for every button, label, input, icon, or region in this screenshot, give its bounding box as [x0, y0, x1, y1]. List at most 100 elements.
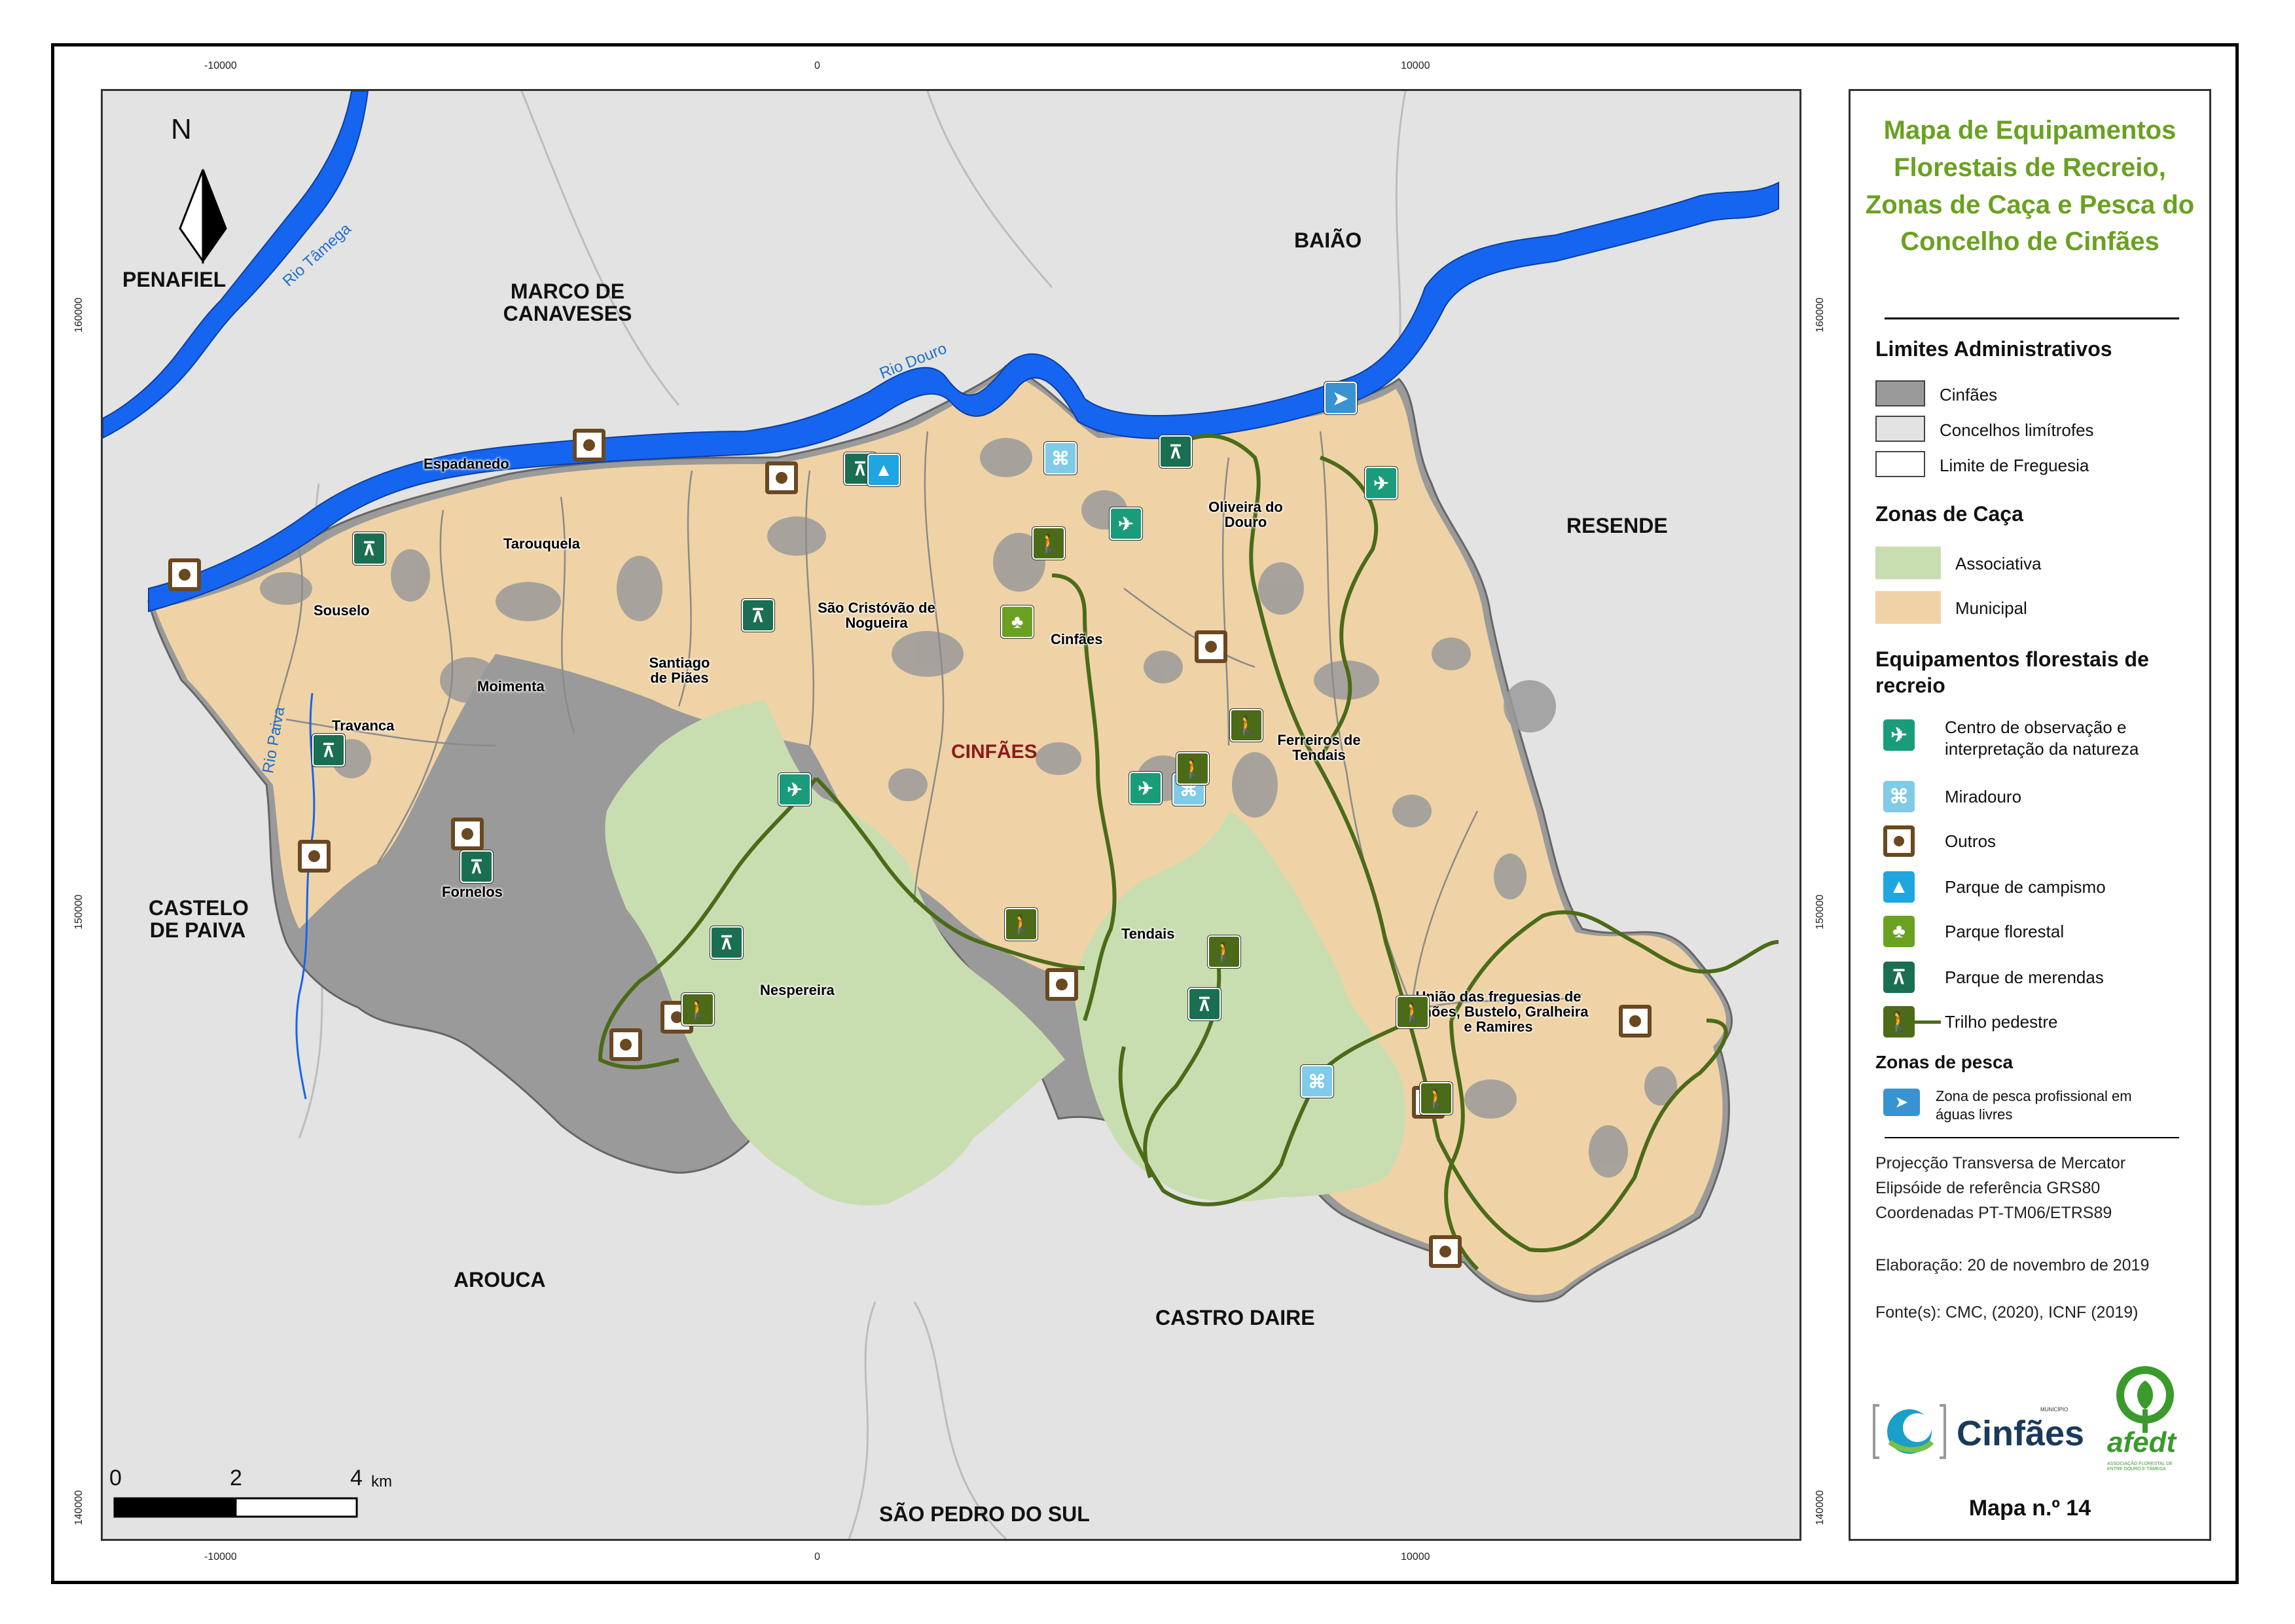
cinfaes-logo [1870, 1399, 1949, 1464]
legend-equip-heading: Equipamentos florestais de recreio [1875, 647, 2149, 697]
outros-icon[interactable] [1195, 630, 1227, 663]
outros-icon[interactable] [765, 461, 798, 494]
picnic-table-icon[interactable]: ⊼ [353, 532, 386, 565]
region-resende: RESENDE [1566, 514, 1668, 537]
hiker-icon[interactable]: 🚶 [1230, 709, 1263, 742]
swatch-limitrofes [1875, 416, 1925, 442]
legend-equip-trilho: Trilho pedestre [1945, 1012, 2058, 1032]
north-arrow-icon [179, 169, 227, 264]
x-tick-top-3: 10000 [1401, 60, 1430, 71]
x-tick-bottom-3: 10000 [1401, 1551, 1430, 1562]
parish-espadanedo: Espadanedo [424, 456, 509, 472]
scalebar [113, 1497, 358, 1518]
binoculars-icon[interactable]: ⌘ [1301, 1065, 1333, 1098]
outros-icon[interactable] [451, 818, 484, 850]
hiker-icon[interactable]: 🚶 [1176, 752, 1209, 785]
cinfaes-logo-text: Cinfães [1957, 1414, 2085, 1453]
legend-admin-limitrofes: Concelhos limítrofes [1940, 420, 2094, 440]
outros-icon[interactable] [609, 1028, 642, 1061]
bird-icon[interactable]: ✈ [1365, 467, 1398, 499]
legend-pesca-profissional: Zona de pesca profissional em águas livr… [1936, 1088, 2132, 1123]
legend-equip-miradouro: Miradouro [1945, 787, 2022, 806]
outros-icon[interactable] [1429, 1235, 1462, 1268]
legend-dot-square-icon [1883, 825, 1915, 857]
parish-tarouquela: Tarouquela [503, 535, 580, 552]
legend-trail-line [1915, 1020, 1941, 1024]
y-tick-left-1: 160000 [73, 297, 84, 333]
y-tick-left-3: 140000 [73, 1490, 84, 1525]
outros-icon[interactable] [573, 429, 605, 461]
legend-equip-merendas: Parque de merendas [1945, 967, 2104, 987]
legend-hiker-icon: 🚶 [1883, 1006, 1915, 1038]
hiker-icon[interactable]: 🚶 [1208, 935, 1240, 968]
tree-icon[interactable]: ♣ [1001, 605, 1034, 638]
info-ellipsoid: Elipsóide de referência GRS80 [1875, 1179, 2101, 1197]
parish-cinfaes: Cinfães [1051, 631, 1103, 647]
info-date: Elaboração: 20 de novembro de 2019 [1875, 1256, 2150, 1274]
y-tick-right-1: 160000 [1815, 297, 1826, 333]
picnic-table-icon[interactable]: ⊼ [312, 734, 345, 767]
afedt-logo-text: afedt [2107, 1426, 2177, 1458]
parish-sao-cristovao-de-nogueira: São Cristóvão de Nogueira [818, 600, 935, 632]
scalebar-label-4: 4 [350, 1466, 363, 1490]
scalebar-unit: km [371, 1473, 392, 1490]
parish-travanca: Travanca [332, 717, 395, 734]
legend-caca-municipal: Municipal [1955, 598, 2027, 618]
bird-icon[interactable]: ✈ [778, 773, 811, 806]
fish-icon[interactable]: ➤ [1324, 382, 1357, 414]
picnic-table-icon[interactable]: ⊼ [1188, 988, 1221, 1020]
cinfaes-logo-small: MUNICÍPIO [2040, 1407, 2069, 1413]
picnic-table-icon[interactable]: ⊼ [1159, 435, 1192, 468]
legend-tree-icon: ♣ [1883, 916, 1915, 947]
y-tick-right-2: 150000 [1815, 894, 1826, 929]
picnic-table-icon[interactable]: ⊼ [460, 850, 493, 883]
legend-picnic-table-icon: ⊼ [1883, 962, 1915, 993]
tent-icon[interactable]: ▲ [867, 454, 900, 486]
bird-icon[interactable]: ✈ [1110, 507, 1142, 540]
y-tick-right-3: 140000 [1815, 1490, 1826, 1525]
picnic-table-icon[interactable]: ⊼ [742, 599, 774, 632]
region-sao-pedro-do-sul: SÃO PEDRO DO SUL [879, 1502, 1090, 1526]
map-canvas[interactable]: N PENAFIEL MARCO DE CANAVESES BAIÃO RESE… [101, 89, 1801, 1541]
region-marco-de-canaveses: MARCO DE CANAVESES [503, 280, 632, 325]
outros-icon[interactable] [1045, 968, 1078, 1001]
region-castro-daire: CASTRO DAIRE [1155, 1306, 1315, 1329]
legend-admin-cinfaes: Cinfães [1940, 385, 1998, 405]
x-tick-bottom-2: 0 [814, 1551, 820, 1562]
bird-icon[interactable]: ✈ [1129, 772, 1162, 804]
hiker-icon[interactable]: 🚶 [1032, 527, 1065, 560]
map-number: Mapa n.º 14 [1968, 1496, 2091, 1521]
parish-uniao-freguesias: União das freguesias de Alhões, Bustelo,… [1408, 988, 1589, 1036]
parish-oliveira-do-douro: Oliveira do Douro [1208, 499, 1283, 531]
region-penafiel: PENAFIEL [122, 268, 226, 291]
outros-icon[interactable] [1619, 1005, 1652, 1038]
y-tick-left-2: 150000 [73, 894, 84, 929]
legend-admin-freguesia: Limite de Freguesia [1940, 456, 2089, 475]
hiker-icon[interactable]: 🚶 [1420, 1082, 1453, 1115]
binoculars-icon[interactable]: ⌘ [1044, 442, 1077, 475]
x-tick-top-1: -10000 [204, 60, 237, 71]
info-divider [1885, 1137, 2179, 1138]
legend-caca-associativa: Associativa [1955, 554, 2042, 573]
info-projection: Projecção Transversa de Mercator [1875, 1154, 2126, 1172]
scalebar-label-2: 2 [230, 1466, 242, 1490]
outros-icon[interactable] [298, 840, 331, 873]
swatch-cinfaes [1875, 380, 1925, 406]
hiker-icon[interactable]: 🚶 [1005, 908, 1038, 941]
parish-moimenta: Moimenta [477, 678, 545, 695]
legend-equip-florestal: Parque florestal [1945, 922, 2065, 941]
legend-binoculars-icon: ⌘ [1883, 781, 1915, 812]
legend-equip-campismo: Parque de campismo [1945, 877, 2106, 897]
afedt-logo-small: ASSOCIAÇÃO FLORESTAL DE ENTRE DOURO E TÂ… [2107, 1462, 2173, 1471]
legend-panel: Mapa de Equipamentos Florestais de Recre… [1849, 89, 2211, 1541]
parish-nespereira: Nespereira [760, 982, 835, 998]
parish-fornelos: Fornelos [442, 884, 503, 900]
picnic-table-icon[interactable]: ⊼ [710, 926, 743, 959]
outros-icon[interactable] [168, 558, 201, 591]
info-sources: Fonte(s): CMC, (2020), ICNF (2019) [1875, 1303, 2139, 1322]
hiker-icon[interactable]: 🚶 [681, 993, 714, 1026]
legend-fish-icon: ➤ [1883, 1089, 1920, 1116]
hiker-icon[interactable]: 🚶 [1396, 996, 1429, 1028]
swatch-freguesia [1875, 451, 1925, 477]
legend-admin-heading: Limites Administrativos [1875, 337, 2112, 361]
